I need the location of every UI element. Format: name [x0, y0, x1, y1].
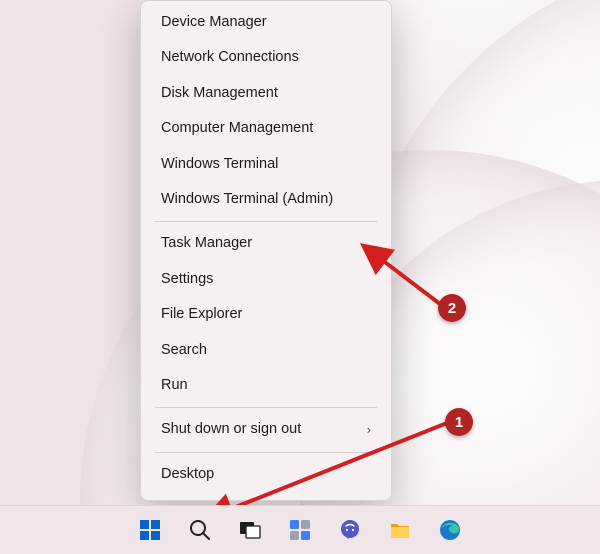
menu-item-device-manager[interactable]: Device Manager — [141, 5, 391, 40]
widgets-icon — [288, 518, 312, 542]
menu-item-shutdown-signout[interactable]: Shut down or sign out › — [141, 412, 391, 447]
magnifier-icon — [188, 518, 212, 542]
menu-separator — [155, 221, 377, 222]
menu-item-disk-management[interactable]: Disk Management — [141, 76, 391, 111]
chat-icon — [338, 518, 362, 542]
menu-item-run[interactable]: Run — [141, 368, 391, 403]
start-button[interactable] — [132, 512, 168, 548]
menu-item-search[interactable]: Search — [141, 333, 391, 368]
chat-button[interactable] — [332, 512, 368, 548]
taskbar — [0, 505, 600, 554]
annotation-badge-2: 2 — [438, 294, 466, 322]
menu-separator — [155, 452, 377, 453]
windows-logo-icon — [138, 518, 162, 542]
edge-button[interactable] — [432, 512, 468, 548]
menu-item-windows-terminal-admin[interactable]: Windows Terminal (Admin) — [141, 182, 391, 217]
annotation-badge-1: 1 — [445, 408, 473, 436]
file-explorer-button[interactable] — [382, 512, 418, 548]
chevron-right-icon: › — [367, 422, 371, 438]
menu-item-settings[interactable]: Settings — [141, 262, 391, 297]
task-view-button[interactable] — [232, 512, 268, 548]
folder-icon — [388, 518, 412, 542]
menu-item-windows-terminal[interactable]: Windows Terminal — [141, 147, 391, 182]
menu-separator — [155, 407, 377, 408]
edge-icon — [438, 518, 462, 542]
menu-item-computer-management[interactable]: Computer Management — [141, 111, 391, 146]
start-context-menu: Device Manager Network Connections Disk … — [140, 0, 392, 501]
menu-item-task-manager[interactable]: Task Manager — [141, 226, 391, 261]
menu-item-file-explorer[interactable]: File Explorer — [141, 297, 391, 332]
widgets-button[interactable] — [282, 512, 318, 548]
task-view-icon — [238, 518, 262, 542]
search-button[interactable] — [182, 512, 218, 548]
menu-item-network-connections[interactable]: Network Connections — [141, 40, 391, 75]
menu-item-desktop[interactable]: Desktop — [141, 457, 391, 492]
